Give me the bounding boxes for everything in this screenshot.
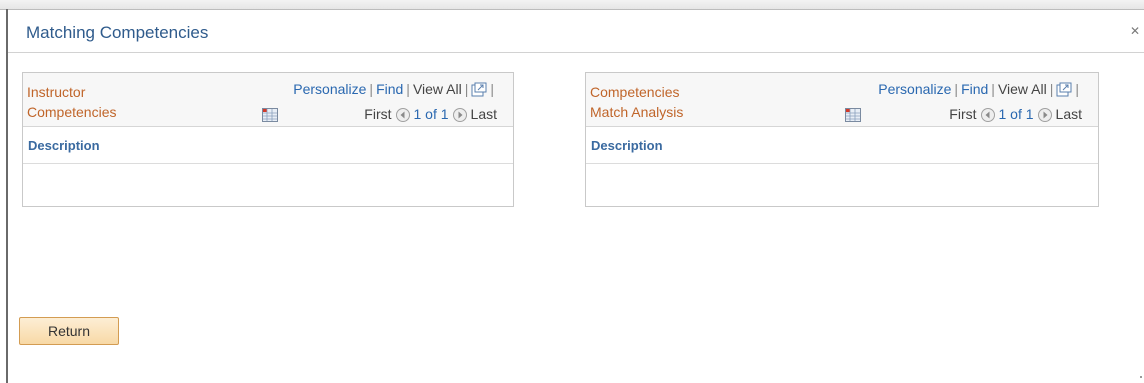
find-link[interactable]: Find [376, 81, 403, 97]
grid-toolbar: Personalize | Find | View All | | [878, 81, 1082, 100]
find-link[interactable]: Find [961, 81, 988, 97]
grid-title: Instructor Competencies [27, 84, 117, 120]
download-spreadsheet-icon[interactable] [262, 108, 278, 127]
grid-title: Competencies Match Analysis [590, 84, 684, 120]
window-top-border [0, 0, 1144, 10]
dialog-header: Matching Competencies ✕ [8, 10, 1144, 53]
previous-arrow-icon [395, 108, 410, 125]
return-button[interactable]: Return [19, 317, 119, 345]
new-window-icon[interactable] [471, 82, 487, 100]
download-spreadsheet-icon[interactable] [845, 108, 861, 127]
close-icon[interactable]: ✕ [1130, 25, 1140, 37]
competencies-match-analysis-grid: Competencies Match Analysis Personalize |… [585, 72, 1099, 207]
separator: | [490, 81, 494, 97]
last-label: Last [470, 106, 497, 122]
grid-pager: First 1 of 1 Last [364, 106, 497, 125]
view-all-text: View All [997, 81, 1047, 97]
next-arrow-icon [1037, 108, 1052, 125]
last-label: Last [1055, 106, 1082, 122]
separator: | [1049, 81, 1054, 97]
separator: | [1075, 81, 1079, 97]
personalize-link[interactable]: Personalize [293, 81, 366, 97]
separator: | [406, 81, 410, 97]
view-all-text: View All [412, 81, 462, 97]
grid-header: Instructor Competencies Personalize | Find… [23, 73, 513, 127]
grid-toolbar: Personalize | Find | View All | | [293, 81, 497, 100]
table-row [23, 164, 513, 204]
new-window-icon[interactable] [1056, 82, 1072, 100]
description-column-header[interactable]: Description [28, 138, 100, 153]
personalize-link[interactable]: Personalize [878, 81, 951, 97]
grid-header: Competencies Match Analysis Personalize |… [586, 73, 1098, 127]
grid-pager: First 1 of 1 Last [949, 106, 1082, 125]
table-row [586, 164, 1098, 204]
separator: | [991, 81, 995, 97]
instructor-competencies-grid: Instructor Competencies Personalize | Find… [22, 72, 514, 207]
window-left-border [6, 9, 8, 383]
page-indicator: 1 of 1 [413, 106, 449, 122]
column-header: Description [586, 127, 1098, 164]
dialog-title: Matching Competencies [26, 23, 209, 42]
page-indicator: 1 of 1 [998, 106, 1034, 122]
separator: | [369, 81, 374, 97]
separator: | [464, 81, 469, 97]
first-label: First [364, 106, 392, 122]
description-column-header[interactable]: Description [591, 138, 663, 153]
previous-arrow-icon [980, 108, 995, 125]
first-label: First [949, 106, 977, 122]
resize-handle[interactable] [1140, 376, 1142, 378]
column-header: Description [23, 127, 513, 164]
next-arrow-icon [452, 108, 467, 125]
separator: | [954, 81, 959, 97]
